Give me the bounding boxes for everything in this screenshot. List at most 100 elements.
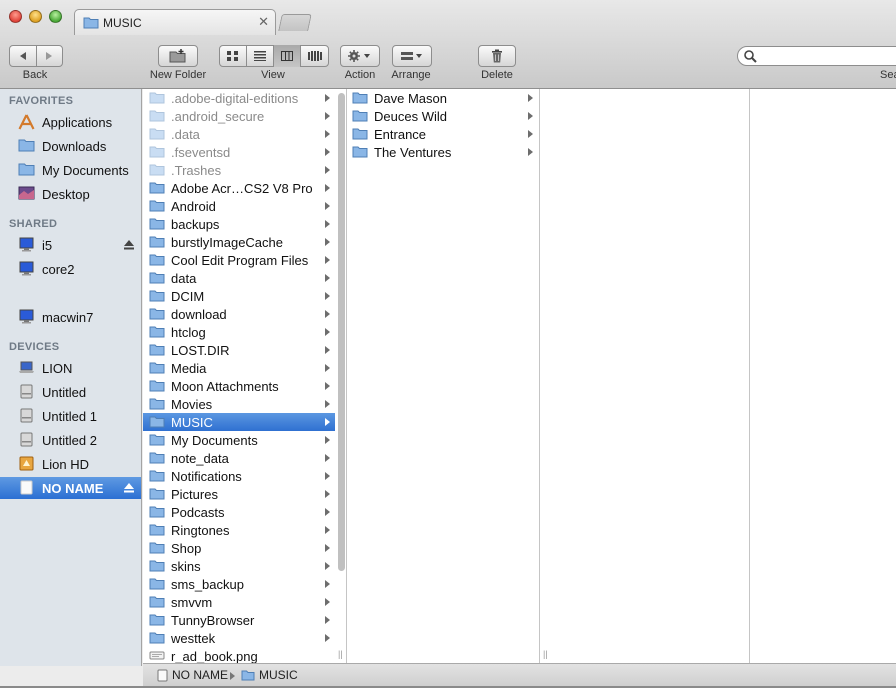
folder-row[interactable]: Pictures [143, 485, 335, 503]
column-divider[interactable] [539, 89, 540, 663]
sidebar-item-core2[interactable]: core2 [0, 258, 141, 280]
view-icons-button[interactable] [220, 45, 247, 67]
folder-row[interactable]: burstlyImageCache [143, 233, 335, 251]
row-label: note_data [171, 451, 229, 466]
search-field[interactable] [737, 46, 896, 66]
close-window-button[interactable] [9, 10, 22, 23]
row-label: .Trashes [171, 163, 222, 178]
sidebar-item-downloads[interactable]: Downloads [0, 135, 141, 157]
folder-row[interactable]: Podcasts [143, 503, 335, 521]
eject-icon[interactable] [123, 482, 135, 494]
folder-row[interactable]: skins [143, 557, 335, 575]
folder-row[interactable]: .Trashes [143, 161, 335, 179]
folder-row[interactable]: Android [143, 197, 335, 215]
folder-row[interactable]: Dave Mason [346, 89, 538, 107]
folder-row[interactable]: Adobe Acr…CS2 V8 Pro [143, 179, 335, 197]
sidebar-item-macwin7[interactable]: macwin7 [0, 306, 141, 328]
sidebar-item-my-documents[interactable]: My Documents [0, 159, 141, 181]
folder-row[interactable]: LOST.DIR [143, 341, 335, 359]
view-coverflow-button[interactable] [301, 45, 329, 67]
column-divider[interactable] [749, 89, 750, 663]
folder-icon [149, 595, 165, 611]
folder-icon [149, 451, 165, 467]
folder-row[interactable]: Deuces Wild [346, 107, 538, 125]
folder-row[interactable]: .data [143, 125, 335, 143]
sidebar-item-lion[interactable]: LION [0, 357, 141, 379]
path-item-label: NO NAME [172, 668, 229, 682]
column-resize-grip-icon[interactable]: || [338, 649, 343, 659]
sidebar-item-untitled-2[interactable]: Untitled 2 [0, 429, 141, 451]
folder-row[interactable]: sms_backup [143, 575, 335, 593]
folder-row[interactable]: note_data [143, 449, 335, 467]
sidebar-item-untitled[interactable]: Untitled [0, 381, 141, 403]
action-button[interactable] [340, 45, 380, 67]
eject-icon[interactable] [123, 239, 135, 251]
disclosure-arrow-icon [528, 112, 533, 120]
folder-row[interactable]: Moon Attachments [143, 377, 335, 395]
folder-row[interactable]: The Ventures [346, 143, 538, 161]
folder-row[interactable]: MUSIC [143, 413, 335, 431]
column-scrollbar[interactable] [338, 93, 345, 571]
folder-row[interactable]: Cool Edit Program Files [143, 251, 335, 269]
folder-row[interactable]: .android_secure [143, 107, 335, 125]
new-folder-label: New Folder [149, 69, 207, 81]
sidebar-item-desktop[interactable]: Desktop [0, 183, 141, 205]
back-button[interactable] [10, 46, 37, 66]
folder-icon [149, 127, 165, 143]
folder-row[interactable]: Entrance [346, 125, 538, 143]
folder-row[interactable]: westtek [143, 629, 335, 647]
view-columns-button[interactable] [274, 45, 301, 67]
search-icon [744, 50, 757, 66]
folder-icon [241, 670, 255, 681]
path-item-drive[interactable]: NO NAME [157, 668, 228, 682]
folder-icon [149, 577, 165, 593]
new-folder-button[interactable] [158, 45, 198, 67]
folder-row[interactable]: Movies [143, 395, 335, 413]
folder-row[interactable]: My Documents [143, 431, 335, 449]
path-item-label: MUSIC [259, 668, 298, 682]
folder-icon [352, 109, 368, 125]
zoom-window-button[interactable] [49, 10, 62, 23]
column-resize-grip-icon[interactable]: || [543, 649, 548, 659]
sidebar-item-no-name[interactable]: NO NAME [0, 477, 141, 499]
delete-label: Delete [481, 69, 513, 81]
minimize-window-button[interactable] [29, 10, 42, 23]
folder-row[interactable]: .fseventsd [143, 143, 335, 161]
folder-row[interactable]: Media [143, 359, 335, 377]
folder-row[interactable]: .adobe-digital-editions [143, 89, 335, 107]
sidebar-item-i5[interactable]: i5 [0, 234, 141, 256]
folder-icon [149, 91, 165, 107]
drive-icon [18, 456, 35, 472]
folder-row[interactable]: TunnyBrowser [143, 611, 335, 629]
arrow-left-icon [19, 52, 26, 60]
folder-row[interactable]: smvvm [143, 593, 335, 611]
row-label: Movies [171, 397, 213, 412]
folder-row[interactable]: Ringtones [143, 521, 335, 539]
tab-music[interactable]: MUSIC ✕ [74, 9, 276, 35]
row-label: My Documents [171, 433, 258, 448]
sidebar-item-untitled-1[interactable]: Untitled 1 [0, 405, 141, 427]
path-item-folder[interactable]: MUSIC [241, 668, 298, 682]
folder-row[interactable]: backups [143, 215, 335, 233]
folder-row[interactable]: Shop [143, 539, 335, 557]
coverflow-view-icon [308, 51, 322, 61]
close-tab-icon[interactable]: ✕ [258, 14, 269, 30]
disclosure-arrow-icon [325, 418, 330, 426]
folder-row[interactable]: data [143, 269, 335, 287]
folder-row[interactable]: Notifications [143, 467, 335, 485]
folder-row[interactable]: htclog [143, 323, 335, 341]
delete-button[interactable] [478, 45, 516, 67]
folder-icon [18, 138, 35, 154]
new-tab-button[interactable] [278, 14, 312, 31]
view-list-button[interactable] [247, 45, 274, 67]
folder-row[interactable]: DCIM [143, 287, 335, 305]
forward-button[interactable] [37, 46, 63, 66]
sidebar-item-lion-hd[interactable]: Lion HD [0, 453, 141, 475]
folder-icon [149, 523, 165, 539]
sidebar-item-applications[interactable]: Applications [0, 111, 141, 133]
folder-row[interactable]: download [143, 305, 335, 323]
disclosure-arrow-icon [325, 94, 330, 102]
arrange-button[interactable] [392, 45, 432, 67]
folder-icon [18, 162, 35, 178]
file-row[interactable]: r_ad_book.png [143, 647, 335, 663]
